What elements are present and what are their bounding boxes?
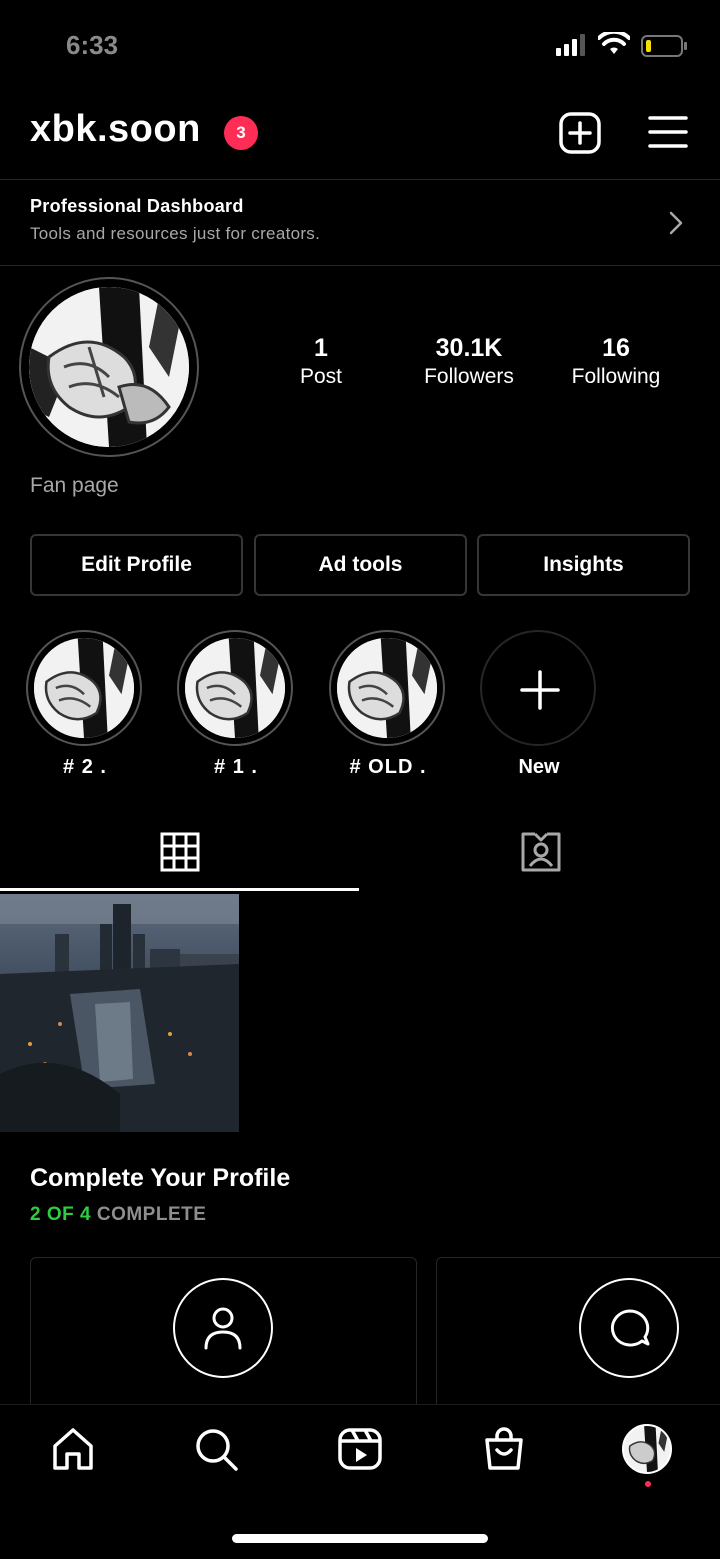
shop-icon[interactable] — [481, 1426, 527, 1472]
stat-followers-value: 30.1K — [435, 334, 503, 362]
highlight-ring — [329, 630, 445, 746]
stat-following-label: Following — [571, 365, 661, 388]
tagged-icon[interactable] — [519, 830, 563, 874]
profile-tab-avatar[interactable] — [622, 1424, 672, 1474]
reels-icon[interactable] — [337, 1426, 383, 1472]
complete-profile-progress: 2 OF 4 COMPLETE — [30, 1204, 206, 1226]
highlight-label: # 1 . — [214, 756, 258, 778]
menu-icon[interactable] — [648, 114, 688, 150]
active-tab-indicator — [0, 888, 359, 891]
add-post-icon[interactable] — [558, 111, 602, 155]
home-indicator[interactable] — [232, 1534, 488, 1543]
highlight-ring — [177, 630, 293, 746]
highlight-label: # 2 . — [63, 756, 107, 778]
professional-dashboard[interactable] — [0, 180, 720, 266]
search-icon[interactable] — [193, 1426, 239, 1472]
grid-icon[interactable] — [160, 832, 200, 872]
progress-suffix: COMPLETE — [91, 1204, 207, 1225]
highlight-label: New — [518, 756, 560, 778]
stat-following-value: 16 — [602, 334, 630, 362]
profile-task-card[interactable] — [30, 1257, 417, 1417]
post-thumbnail[interactable] — [0, 894, 239, 1132]
status-time: 6:33 — [66, 30, 119, 60]
stat-followers[interactable]: 30.1K Followers — [399, 334, 539, 392]
dashboard-subtitle: Tools and resources just for creators. — [30, 224, 321, 243]
new-highlight-circle — [480, 630, 596, 746]
highlight-cover — [337, 638, 437, 738]
profile-activity-dot — [645, 1481, 651, 1487]
highlight-cover — [34, 638, 134, 738]
stat-following[interactable]: 16 Following — [546, 334, 686, 392]
profile-icon — [173, 1278, 273, 1378]
profile-task-card[interactable] — [436, 1257, 720, 1417]
complete-profile-title: Complete Your Profile — [30, 1164, 291, 1192]
wifi-icon — [598, 32, 630, 54]
highlight-ring — [26, 630, 142, 746]
stat-followers-label: Followers — [424, 365, 514, 388]
profile-username[interactable]: xbk.soon — [30, 108, 201, 151]
highlight-label: # OLD . — [349, 756, 427, 778]
highlight-item[interactable]: # OLD . — [329, 630, 447, 778]
stat-posts[interactable]: 1 Post — [251, 334, 391, 392]
profile-bio: Fan page — [30, 474, 119, 497]
dashboard-title: Professional Dashboard — [30, 196, 244, 216]
ad-tools-button[interactable]: Ad tools — [254, 534, 467, 596]
battery-icon — [641, 35, 687, 57]
stat-posts-label: Post — [299, 365, 343, 388]
plus-icon — [520, 670, 560, 710]
progress-count: 2 OF 4 — [30, 1204, 92, 1225]
stat-posts-value: 1 — [314, 334, 328, 362]
highlight-item[interactable]: # 2 . — [26, 630, 144, 778]
highlight-cover — [185, 638, 285, 738]
chat-icon — [579, 1278, 679, 1378]
insights-button[interactable]: Insights — [477, 534, 690, 596]
edit-profile-button[interactable]: Edit Profile — [30, 534, 243, 596]
highlight-item[interactable]: # 1 . — [177, 630, 295, 778]
avatar[interactable] — [29, 287, 189, 447]
divider — [0, 265, 720, 266]
chevron-right-icon — [669, 211, 683, 235]
notification-badge[interactable]: 3 — [224, 116, 258, 150]
home-icon[interactable] — [50, 1426, 96, 1472]
signal-icon — [556, 34, 585, 56]
new-highlight-button[interactable]: New — [480, 630, 598, 778]
